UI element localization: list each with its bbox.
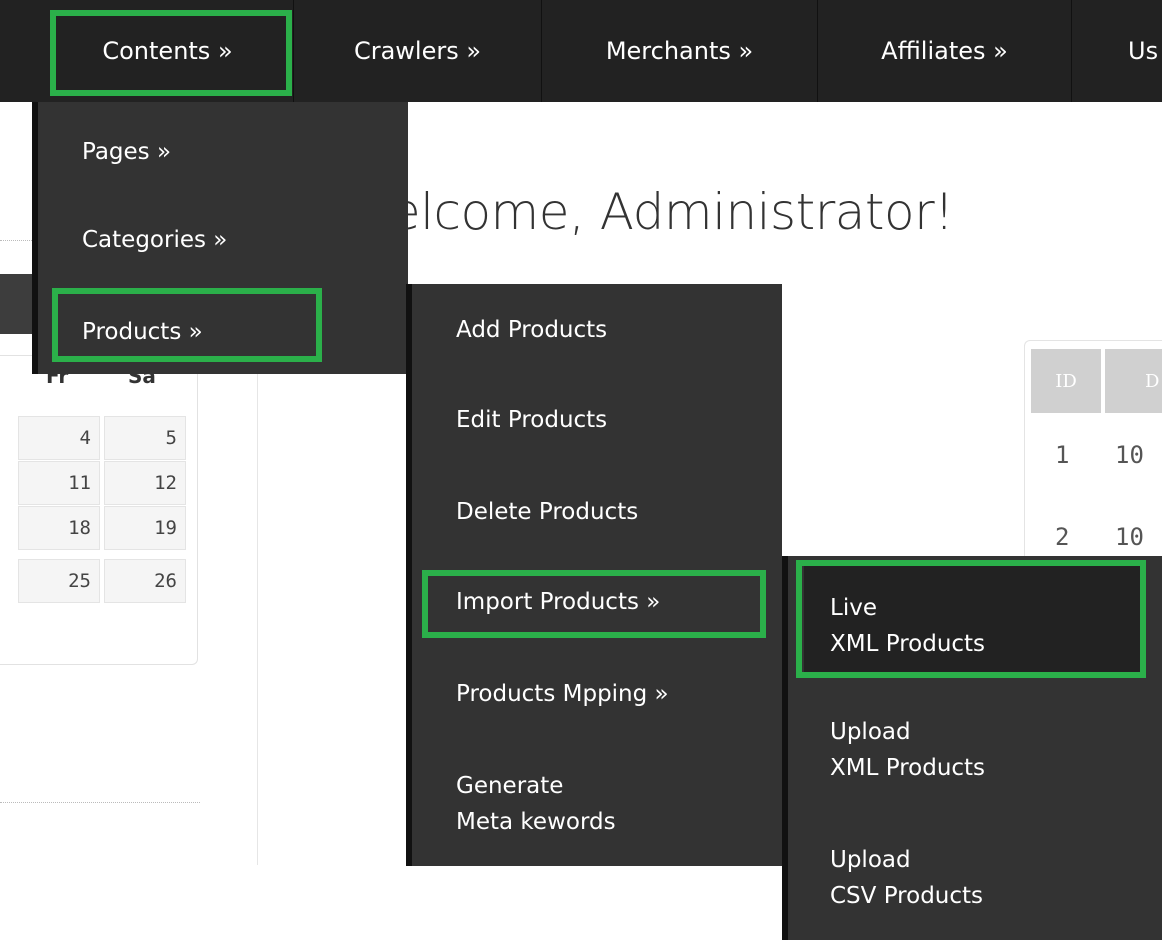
table-cell: 10 <box>1115 523 1144 551</box>
nav-item-crawlers[interactable]: Crawlers » <box>294 0 542 102</box>
products-submenu: Add Products Edit Products Delete Produc… <box>406 284 782 866</box>
table-header-id: ID <box>1031 349 1101 413</box>
nav-item-users[interactable]: Us <box>1072 0 1162 102</box>
menu-item-pages[interactable]: Pages » <box>82 134 171 170</box>
contents-dropdown-menu: Pages » Categories » Products » <box>32 102 408 374</box>
menu-item-label-line1: Live <box>830 595 877 621</box>
table-cell: 2 <box>1055 523 1070 551</box>
menu-item-label-line2: Meta kewords <box>456 809 616 835</box>
nav-item-merchants[interactable]: Merchants » <box>542 0 818 102</box>
import-products-submenu: Live XML Products Upload XML Products Up… <box>782 556 1162 940</box>
welcome-heading: Velcome, Administrator! <box>360 183 954 241</box>
menu-item-upload-csv-products[interactable]: Upload CSV Products <box>830 842 983 914</box>
menu-item-label-line1: Upload <box>830 847 911 873</box>
menu-item-label-line2: XML Products <box>830 631 986 657</box>
menu-item-upload-xml-products[interactable]: Upload XML Products <box>830 714 985 786</box>
menu-item-live-xml-products[interactable]: Live XML Products <box>804 566 1142 676</box>
menu-item-edit-products[interactable]: Edit Products <box>456 402 607 438</box>
table-cell: 10 <box>1115 441 1144 469</box>
nav-item-contents[interactable]: Contents » <box>42 0 294 102</box>
calendar-day[interactable]: 19 <box>104 506 186 550</box>
menu-item-delete-products[interactable]: Delete Products <box>456 494 638 530</box>
menu-item-add-products[interactable]: Add Products <box>456 312 607 348</box>
calendar-day[interactable]: 11 <box>18 461 100 505</box>
nav-item-affiliates[interactable]: Affiliates » <box>818 0 1072 102</box>
top-nav-bar: Contents » Crawlers » Merchants » Affili… <box>0 0 1162 102</box>
menu-item-generate-meta-keywords[interactable]: Generate Meta kewords <box>456 768 616 840</box>
menu-item-label-line1: Generate <box>456 773 564 799</box>
menu-item-products[interactable]: Products » <box>82 314 203 350</box>
menu-item-import-products[interactable]: Import Products » <box>456 584 660 620</box>
table-header-date: D <box>1105 349 1162 413</box>
calendar-day[interactable]: 26 <box>104 559 186 603</box>
menu-item-label-line1: Upload <box>830 719 911 745</box>
table-cell: 1 <box>1055 441 1070 469</box>
calendar-day[interactable]: 12 <box>104 461 186 505</box>
menu-item-products-mapping[interactable]: Products Mpping » <box>456 676 669 712</box>
calendar-day[interactable]: 18 <box>18 506 100 550</box>
menu-item-categories[interactable]: Categories » <box>82 222 227 258</box>
calendar-widget: Fr Sa 4 5 11 12 18 19 25 26 <box>0 355 198 665</box>
menu-item-label-line2: XML Products <box>830 755 986 781</box>
calendar-day[interactable]: 4 <box>18 416 100 460</box>
calendar-day[interactable]: 25 <box>18 559 100 603</box>
calendar-day[interactable]: 5 <box>104 416 186 460</box>
content-divider <box>257 335 258 865</box>
sidebar-divider <box>0 802 200 803</box>
menu-item-label-line2: CSV Products <box>830 883 984 909</box>
